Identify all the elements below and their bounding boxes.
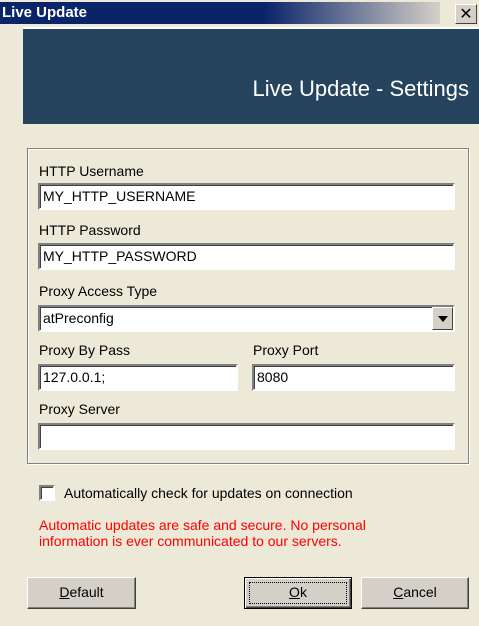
default-button[interactable]: Default [27,577,136,609]
cancel-button[interactable]: Cancel [361,577,469,609]
proxy-by-pass-label: Proxy By Pass [39,342,131,358]
proxy-server-input[interactable] [38,423,455,450]
notice-line-2: information is ever communicated to our … [39,533,342,549]
ok-button[interactable]: Ok [244,577,352,609]
ok-button-accel: O [289,584,300,600]
cancel-button-accel: C [393,584,404,600]
ok-button-label: k [299,584,307,600]
header-banner: Live Update - Settings [23,27,479,124]
default-button-label: efault [69,584,104,600]
proxy-by-pass-input[interactable]: 127.0.0.1; [38,364,238,391]
http-username-input[interactable]: MY_HTTP_USERNAME [38,183,455,210]
http-password-label: HTTP Password [39,222,141,238]
window-title: Live Update [0,2,440,24]
http-password-input[interactable]: MY_HTTP_PASSWORD [38,243,455,270]
auto-check-label[interactable]: Automatically check for updates on conne… [64,485,353,501]
cancel-button-label: ancel [403,584,437,600]
proxy-access-type-select[interactable]: atPreconfig [38,305,455,332]
title-bar[interactable]: Live Update ✕ [0,0,479,26]
proxy-port-label: Proxy Port [253,342,319,358]
proxy-access-type-label: Proxy Access Type [39,283,158,299]
default-button-accel: D [59,584,70,600]
close-button[interactable]: ✕ [455,4,477,24]
proxy-server-label: Proxy Server [39,401,120,417]
chevron-down-icon[interactable] [432,307,453,330]
notice-line-1: Automatic updates are safe and secure. N… [39,517,366,533]
http-username-label: HTTP Username [39,163,144,179]
close-icon: ✕ [459,4,473,23]
security-notice: Automatic updates are safe and secure. N… [39,517,459,549]
proxy-access-type-value: atPreconfig [43,310,114,326]
live-update-window: Live Update ✕ Live Update - Settings HTT… [0,0,479,626]
auto-check-checkbox[interactable] [39,485,55,501]
banner-title: Live Update - Settings [252,76,469,101]
proxy-port-input[interactable]: 8080 [252,364,455,391]
